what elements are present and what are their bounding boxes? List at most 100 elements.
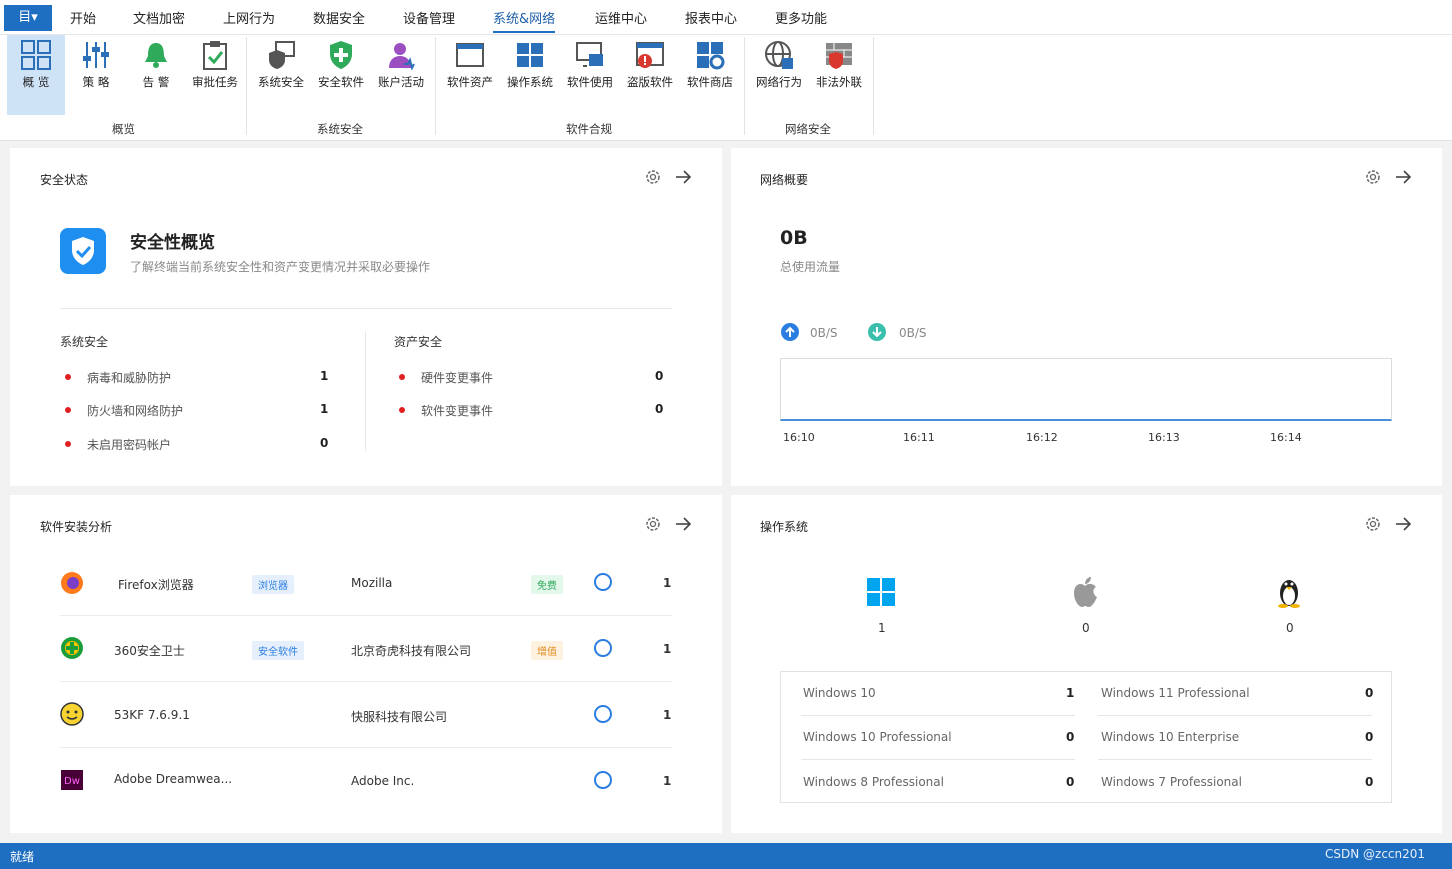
gear-icon[interactable] [1365, 169, 1381, 185]
tab-data-security[interactable]: 数据安全 [313, 8, 365, 27]
bell-icon [145, 43, 167, 68]
tab-more-features[interactable]: 更多功能 [775, 8, 827, 27]
ribbon-alert-button[interactable]: 告 警 [127, 35, 185, 115]
ribbon-policy-button[interactable]: 策 略 [67, 35, 125, 115]
tab-web-behavior[interactable]: 上网行为 [223, 8, 275, 27]
firewall-protection-label[interactable]: 防火墙和网络防护 [87, 402, 183, 419]
panel-title: 操作系统 [760, 520, 809, 534]
firefox-icon [61, 572, 83, 594]
tab-doc-encrypt[interactable]: 文档加密 [133, 8, 185, 27]
arrow-right-icon[interactable] [1394, 516, 1412, 532]
ribbon-label: 盗版软件 [627, 75, 673, 89]
gear-icon[interactable] [645, 169, 661, 185]
windows-logo-icon [867, 578, 895, 606]
status-bar: 就绪 CSDN @zccn201 [0, 843, 1452, 869]
os-count: 0 [1365, 730, 1374, 744]
status-ring [594, 705, 612, 723]
mac-count: 0 [1082, 621, 1090, 635]
category-badge: 浏览器 [252, 575, 294, 594]
ribbon-os-button[interactable]: 操作系统 [501, 35, 559, 115]
license-badge: 增值 [531, 641, 563, 660]
ribbon-label: 系统安全 [258, 75, 304, 89]
time-tick: 16:14 [1270, 431, 1302, 444]
ribbon-separator [435, 37, 436, 135]
os-count: 1 [1066, 686, 1075, 700]
tab-ops-center[interactable]: 运维中心 [595, 8, 647, 27]
arrow-right-icon[interactable] [1394, 169, 1412, 185]
software-change-label[interactable]: 软件变更事件 [421, 402, 493, 419]
firewall-icon [826, 43, 852, 69]
software-row[interactable]: Firefox浏览器 浏览器 Mozilla 免费 1 [60, 549, 672, 616]
os-name: Windows 10 [803, 686, 876, 700]
ribbon-label: 审批任务 [192, 75, 238, 89]
status-ring [594, 639, 612, 657]
window-warning-icon [636, 42, 664, 68]
ribbon-label: 非法外联 [816, 75, 862, 89]
ribbon-group-label: 概览 [112, 122, 135, 136]
ribbon-pirated-software-button[interactable]: 盗版软件 [621, 35, 679, 115]
ribbon-software-usage-button[interactable]: 软件使用 [561, 35, 619, 115]
arrow-right-icon[interactable] [674, 516, 692, 532]
divider [801, 759, 1075, 760]
download-arrow-icon [868, 323, 886, 341]
software-name: 360安全卫士 [114, 644, 185, 658]
tab-system-network[interactable]: 系统&网络 [493, 8, 556, 33]
hardware-change-label[interactable]: 硬件变更事件 [421, 369, 493, 386]
app-store-icon [697, 42, 725, 70]
linux-logo-icon [1278, 580, 1300, 608]
divider [1098, 759, 1372, 760]
ribbon-separator [873, 37, 874, 135]
tab-start[interactable]: 开始 [70, 8, 96, 27]
os-count: 0 [1365, 775, 1374, 789]
ribbon-network-behavior-button[interactable]: 网络行为 [750, 35, 808, 115]
total-traffic-label: 总使用流量 [780, 260, 841, 274]
virus-protection-label[interactable]: 病毒和威胁防护 [87, 369, 171, 386]
time-tick: 16:11 [903, 431, 935, 444]
firewall-protection-count: 1 [320, 402, 329, 416]
software-vendor: 北京奇虎科技有限公司 [351, 644, 472, 658]
software-row[interactable]: 53KF 7.6.9.1 快服科技有限公司 1 [60, 681, 672, 748]
ribbon-separator [744, 37, 745, 135]
os-name: Windows 10 Professional [803, 730, 952, 744]
ribbon-software-store-button[interactable]: 软件商店 [681, 35, 739, 115]
clipboard-check-icon [203, 41, 227, 70]
arrow-right-icon[interactable] [674, 169, 692, 185]
ribbon-illegal-outreach-button[interactable]: 非法外联 [810, 35, 868, 115]
ribbon-account-activity-button[interactable]: 账户活动 [372, 35, 430, 115]
user-activity-icon [389, 43, 415, 70]
ribbon-label: 网络行为 [756, 75, 802, 89]
tab-report-center[interactable]: 报表中心 [685, 8, 737, 27]
os-name: Windows 8 Professional [803, 775, 944, 789]
status-ring [594, 771, 612, 789]
ribbon-system-security-button[interactable]: 系统安全 [252, 35, 310, 115]
no-password-account-label[interactable]: 未启用密码帐户 [87, 436, 171, 453]
os-count: 0 [1066, 775, 1075, 789]
time-tick: 16:10 [783, 431, 815, 444]
app-menu-button[interactable]: 目▾ [4, 5, 52, 31]
upload-speed: 0B/S [810, 326, 838, 340]
menu-bar: 目▾ 开始 文档加密 上网行为 数据安全 设备管理 系统&网络 运维中心 报表中… [0, 0, 1452, 35]
status-dot [399, 407, 405, 413]
asset-security-title: 资产安全 [394, 335, 443, 349]
total-traffic-value: 0B [780, 227, 808, 249]
gear-icon[interactable] [645, 516, 661, 532]
ribbon-overview-button[interactable]: 概 览 [7, 35, 65, 115]
divider [1098, 715, 1372, 716]
software-vendor: Mozilla [351, 576, 393, 590]
ribbon-separator [246, 37, 247, 135]
status-dot [65, 407, 71, 413]
status-dot [65, 441, 71, 447]
tab-device-management[interactable]: 设备管理 [403, 8, 455, 27]
gear-icon[interactable] [1365, 516, 1381, 532]
os-table: Windows 10 1 Windows 11 Professional 0 W… [780, 671, 1392, 803]
ribbon-group-label: 软件合规 [566, 122, 612, 136]
ribbon-software-assets-button[interactable]: 软件资产 [441, 35, 499, 115]
ribbon-label: 软件资产 [447, 75, 493, 89]
os-count: 0 [1365, 686, 1374, 700]
ribbon-approval-button[interactable]: 审批任务 [186, 35, 244, 115]
os-count: 0 [1066, 730, 1075, 744]
software-row[interactable]: 360安全卫士 安全软件 北京奇虎科技有限公司 增值 1 [60, 615, 672, 682]
ribbon-security-software-button[interactable]: 安全软件 [312, 35, 370, 115]
software-row[interactable]: Dw Adobe Dreamwea... Adobe Inc. 1 [60, 747, 672, 813]
hardware-change-count: 0 [655, 369, 664, 383]
